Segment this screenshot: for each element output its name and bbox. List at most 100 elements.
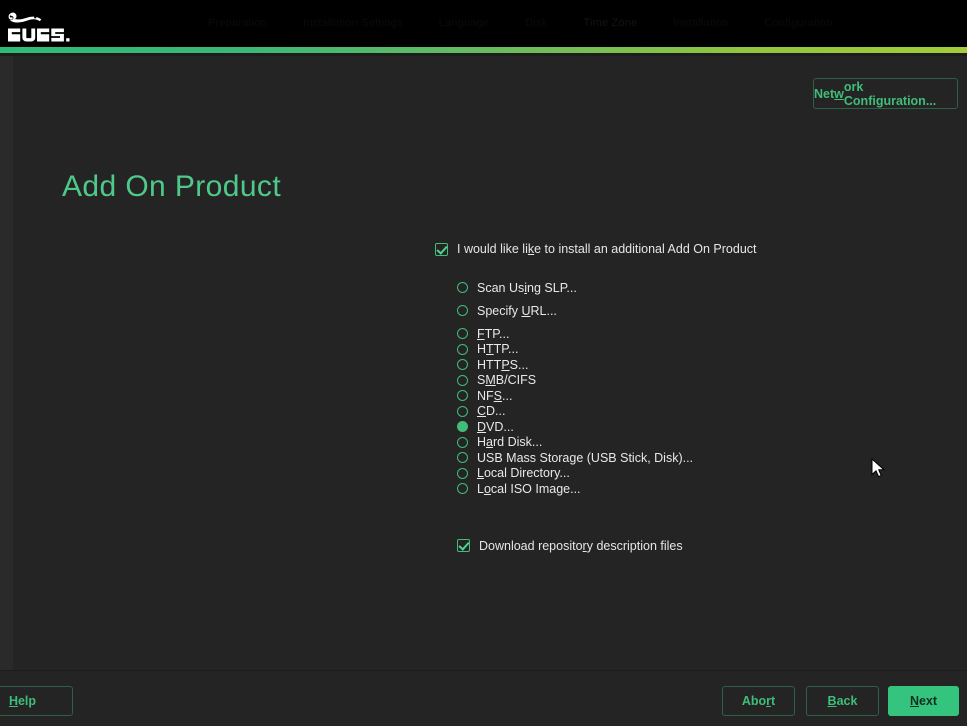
breadcrumb-item-5: Installation	[673, 17, 729, 29]
breadcrumb: Preparation Installation Settings Langua…	[190, 17, 850, 29]
radio-mark-nfs[interactable]	[457, 390, 468, 402]
install-addon-checkbox[interactable]	[435, 242, 448, 256]
abort-label-before: Abo	[741, 694, 767, 708]
radio-option-ftp[interactable]: FTP...	[457, 326, 905, 342]
radio-option-hard-disk[interactable]: Hard Disk...	[457, 435, 905, 451]
radio-text-before-1: Specify	[477, 303, 522, 318]
network-configuration-label-before: Net	[814, 86, 835, 101]
radio-option-scan-using-slp[interactable]: Scan Using SLP...	[457, 276, 905, 299]
breadcrumb-item-1: Installation Settings	[303, 17, 403, 29]
radio-mnemonic-4: P	[501, 357, 510, 372]
installer-window: Preparation Installation Settings Langua…	[0, 0, 967, 726]
radio-mark-https[interactable]	[457, 359, 468, 371]
radio-text-after-12: cal ISO Image...	[490, 481, 581, 496]
protocol-sublist: FTP... HTTP... HTTPS... SMB/CIFS NFS...	[457, 326, 905, 497]
radio-mnemonic-11: L	[477, 466, 484, 481]
radio-option-smb-cifs[interactable]: SMB/CIFS	[457, 373, 905, 389]
radio-option-local-iso-image[interactable]: Local ISO Image...	[457, 481, 905, 497]
radio-mark-dvd[interactable]	[457, 421, 468, 433]
radio-mnemonic-12: o	[483, 481, 491, 496]
left-rail	[0, 56, 13, 670]
radio-option-cd[interactable]: CD...	[457, 404, 905, 420]
download-label-after: y description files	[586, 538, 683, 553]
radio-text-before-6: NF	[477, 388, 494, 403]
breadcrumb-item-2: Language	[438, 17, 490, 29]
radio-label-scan-using-slp: Scan Using SLP...	[477, 281, 577, 295]
radio-text-after-3: TP...	[493, 342, 519, 357]
radio-label-http: HTTP...	[477, 342, 518, 356]
radio-text-before-10: USB Mass Stora	[477, 450, 570, 465]
radio-mark-hard-disk[interactable]	[457, 436, 468, 448]
abort-label-after: t	[771, 694, 776, 708]
radio-label-usb-mass-storage: USB Mass Storage (USB Stick, Disk)...	[477, 451, 693, 465]
radio-label-smb-cifs: SMB/CIFS	[477, 373, 536, 387]
radio-mark-cd[interactable]	[457, 405, 468, 417]
radio-label-nfs: NFS...	[477, 389, 512, 403]
suse-logo	[4, 2, 74, 45]
addon-form: I would like like to install an addition…	[435, 238, 905, 557]
radio-text-after-4: S...	[509, 357, 529, 372]
radio-text-after-5: B/CIFS	[495, 373, 537, 388]
radio-label-https: HTTPS...	[477, 358, 528, 372]
radio-option-http[interactable]: HTTP...	[457, 342, 905, 358]
radio-label-local-directory: Local Directory...	[477, 466, 570, 480]
download-descriptions-checkbox[interactable]	[457, 539, 470, 552]
radio-mark-specify-url[interactable]	[457, 305, 468, 316]
install-addon-checkbox-row[interactable]: I would like like to install an addition…	[435, 238, 905, 260]
radio-text-after-7: D...	[486, 404, 506, 419]
help-button[interactable]: Help	[0, 686, 73, 716]
network-configuration-mnemonic: w	[834, 86, 844, 101]
breadcrumb-item-4: Time Zone	[583, 17, 638, 29]
next-mnemonic: N	[909, 694, 919, 708]
back-label-after: ack	[836, 694, 858, 708]
back-mnemonic: B	[827, 694, 837, 708]
radio-mnemonic-7: C	[477, 404, 487, 419]
radio-option-local-directory[interactable]: Local Directory...	[457, 466, 905, 482]
abort-button[interactable]: Abo r t	[722, 686, 795, 716]
help-mnemonic: H	[8, 694, 18, 708]
radio-mark-scan-using-slp[interactable]	[457, 282, 468, 293]
radio-option-https[interactable]: HTTPS...	[457, 357, 905, 373]
network-configuration-label-after: ork Configuration...	[843, 79, 937, 108]
radio-label-specify-url: Specify URL...	[477, 304, 557, 318]
radio-text-before-0: Scan Us	[477, 280, 525, 295]
radio-option-dvd[interactable]: DVD...	[457, 419, 905, 435]
radio-text-before-4: HTT	[477, 357, 502, 372]
back-button[interactable]: Back	[806, 686, 879, 716]
radio-text-before-9: H	[477, 435, 487, 450]
radio-option-nfs[interactable]: NFS...	[457, 388, 905, 404]
radio-mnemonic-8: D	[477, 419, 487, 434]
radio-mark-ftp[interactable]	[457, 328, 468, 340]
breadcrumb-item-6: Configuration	[764, 17, 833, 29]
install-addon-label-after: e to install an additional Add On Produc…	[534, 242, 757, 256]
download-descriptions-checkbox-row[interactable]: Download repository description files	[457, 535, 905, 557]
radio-text-after-2: TP...	[484, 326, 510, 341]
radio-mnemonic-2: F	[477, 326, 485, 341]
page-title: Add On Product	[62, 170, 282, 203]
accent-bar-shadow	[0, 53, 967, 56]
radio-mark-smb-cifs[interactable]	[457, 374, 468, 386]
radio-mark-local-directory[interactable]	[457, 467, 468, 479]
source-radio-group: Scan Using SLP... Specify URL... FTP... …	[457, 276, 905, 497]
radio-mnemonic-5: M	[485, 373, 496, 388]
radio-text-after-8: VD...	[486, 419, 514, 434]
radio-mnemonic-9: a	[486, 435, 493, 450]
breadcrumb-item-0: Preparation	[208, 17, 268, 29]
radio-label-hard-disk: Hard Disk...	[477, 435, 542, 449]
radio-text-before-12: L	[477, 481, 484, 496]
radio-text-before-3: H	[477, 342, 487, 357]
network-configuration-button[interactable]: Net w ork Configuration...	[813, 78, 958, 109]
radio-mark-usb-mass-storage[interactable]	[457, 452, 468, 464]
radio-mark-http[interactable]	[457, 343, 468, 355]
radio-mnemonic-6: S	[493, 388, 503, 403]
radio-text-after-0: ng SLP...	[527, 280, 577, 295]
radio-option-usb-mass-storage[interactable]: USB Mass Storage (USB Stick, Disk)...	[457, 450, 905, 466]
radio-label-local-iso-image: Local ISO Image...	[477, 482, 581, 496]
help-label-after: elp	[17, 694, 37, 708]
radio-label-dvd: DVD...	[477, 420, 514, 434]
radio-option-specify-url[interactable]: Specify URL...	[457, 299, 905, 322]
next-button[interactable]: Next	[888, 686, 959, 716]
radio-mnemonic-3: T	[486, 342, 494, 357]
radio-mnemonic-1: U	[521, 303, 531, 318]
radio-mark-local-iso-image[interactable]	[457, 483, 468, 495]
